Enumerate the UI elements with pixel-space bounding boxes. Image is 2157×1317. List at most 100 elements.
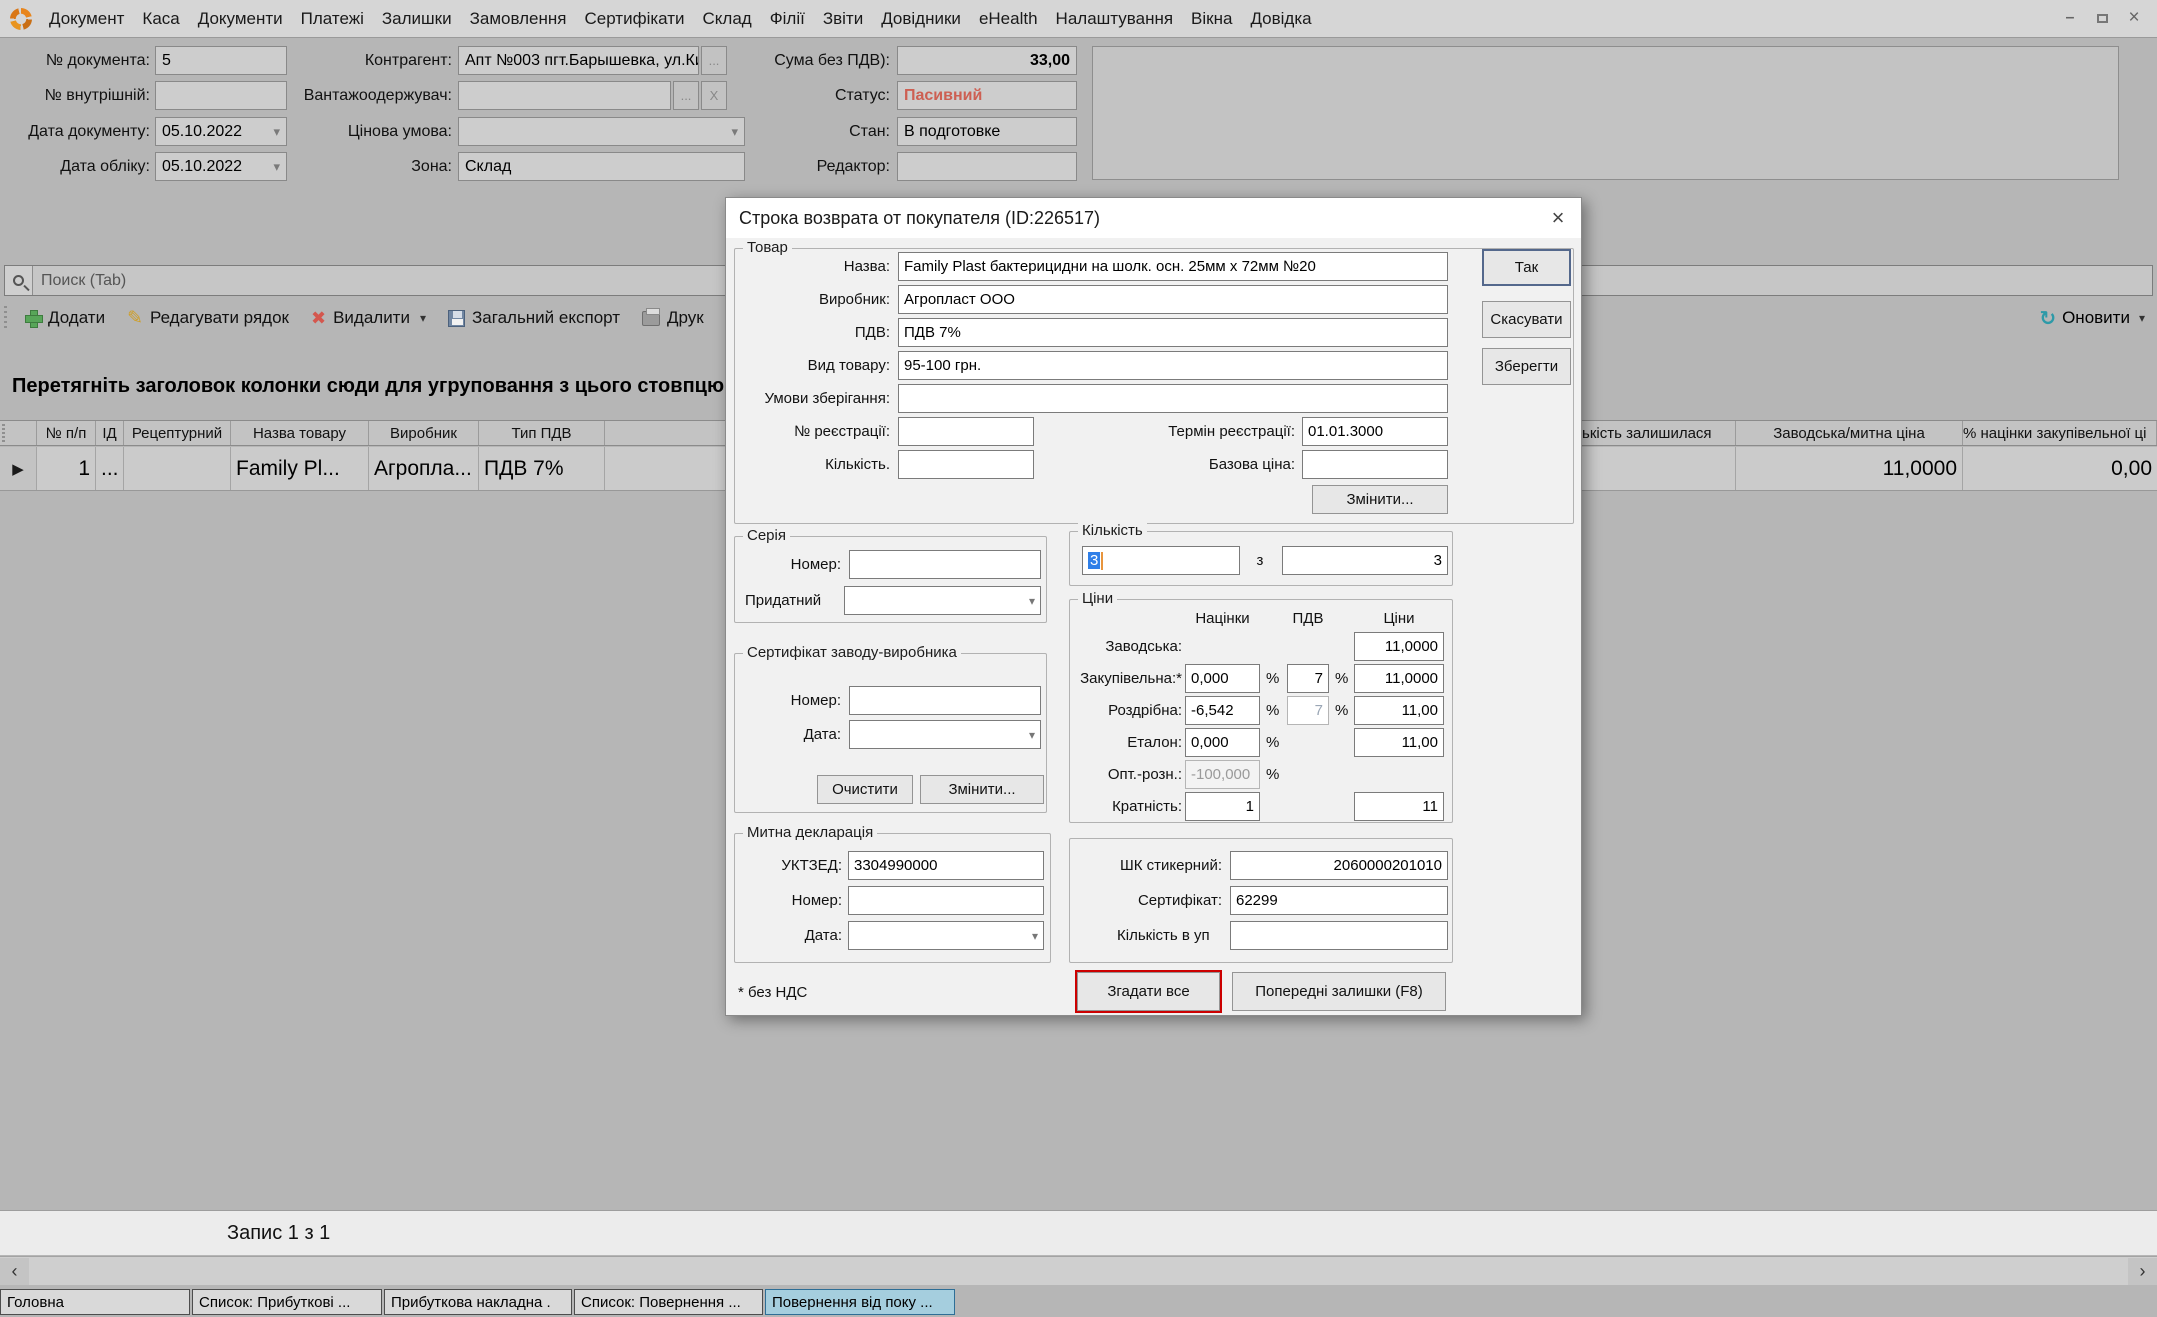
purchase-price-field[interactable]: 11,0000 (1354, 664, 1444, 693)
col-factory-price[interactable]: Заводська/митна ціна (1736, 421, 1963, 445)
toolbar-grip[interactable] (4, 306, 11, 330)
cell-name: Family Pl... (231, 447, 369, 490)
refresh-button[interactable]: ↻ Оновити▾ (2039, 302, 2145, 334)
consignee-browse-button[interactable]: ... (673, 81, 699, 110)
menu-item-certificates[interactable]: Сертифікати (575, 0, 693, 37)
percent-sign: % (1266, 728, 1279, 757)
series-valid-label: Придатний (745, 586, 837, 615)
tab-returns-list[interactable]: Список: Повернення ... (574, 1289, 763, 1315)
shk-field[interactable]: 2060000201010 (1230, 851, 1448, 880)
counterparty-field[interactable]: Апт №003 пгт.Барышевка, ул.Киев (458, 46, 699, 75)
search-button[interactable] (5, 266, 33, 295)
retail-markup-input[interactable]: -6,542 (1185, 696, 1260, 725)
menu-item-payments[interactable]: Платежі (292, 0, 373, 37)
edit-row-button[interactable]: ✎Редагувати рядок (119, 307, 297, 330)
sticker-cert-field[interactable]: 62299 (1230, 886, 1448, 915)
menu-item-kasa[interactable]: Каса (133, 0, 188, 37)
consignee-field[interactable] (458, 81, 671, 110)
window-tab-bar: Головна Список: Прибуткові ... Прибутков… (0, 1287, 2157, 1317)
quantity-of-label: з (1248, 546, 1272, 575)
menu-item-reports[interactable]: Звіти (814, 0, 872, 37)
scroll-right-icon[interactable]: › (2128, 1258, 2157, 1285)
reg-term-field[interactable]: 01.01.3000 (1302, 417, 1448, 446)
cell-num: 1 (37, 447, 96, 490)
export-button[interactable]: Загальний експорт (440, 308, 628, 328)
col-markup-pct[interactable]: % націнки закупівельної ці (1963, 421, 2157, 445)
save-button[interactable]: Зберегти (1482, 348, 1571, 385)
multiplicity-price-field[interactable]: 11 (1354, 792, 1444, 821)
col-num[interactable]: № п/п (37, 421, 96, 445)
base-price-field[interactable] (1302, 450, 1448, 479)
uktzed-field[interactable]: 3304990000 (848, 851, 1044, 880)
menu-item-settings[interactable]: Налаштування (1047, 0, 1183, 37)
menu-item-windows[interactable]: Вікна (1182, 0, 1241, 37)
scroll-left-icon[interactable]: ‹ (0, 1258, 29, 1285)
prices-legend: Ціни (1078, 590, 1117, 607)
registration-field[interactable] (898, 417, 1034, 446)
change-product-button[interactable]: Змінити... (1312, 485, 1448, 514)
recall-all-button[interactable]: Згадати все (1077, 972, 1220, 1011)
clear-cert-button[interactable]: Очистити (817, 775, 913, 804)
return-line-dialog: Строка возврата от покупателя (ID:226517… (725, 197, 1582, 1016)
tab-return-from-buyer[interactable]: Повернення від поку ... (765, 1289, 955, 1315)
col-name[interactable]: Назва товару (231, 421, 369, 445)
ok-button[interactable]: Так (1482, 249, 1571, 286)
menu-item-directories[interactable]: Довідники (872, 0, 970, 37)
qty-pack-field[interactable] (1230, 921, 1448, 950)
menu-item-orders[interactable]: Замовлення (461, 0, 576, 37)
customs-number-field[interactable] (848, 886, 1044, 915)
delete-button[interactable]: ✖Видалити▾ (303, 308, 434, 329)
menu-item-help[interactable]: Довідка (1241, 0, 1320, 37)
col-vat[interactable]: Тип ПДВ (479, 421, 605, 445)
cert-date-select[interactable] (849, 720, 1041, 749)
purchase-markup-input[interactable]: 0,000 (1185, 664, 1260, 693)
multiplicity-input[interactable]: 1 (1185, 792, 1260, 821)
print-button[interactable]: Друк (634, 308, 712, 328)
change-cert-button[interactable]: Змінити... (920, 775, 1044, 804)
group-by-hint: Перетягніть заголовок колонки сюди для у… (12, 375, 724, 398)
save-icon (448, 310, 465, 327)
minimize-icon[interactable] (2057, 7, 2083, 29)
close-icon[interactable]: × (1545, 205, 1571, 231)
quantity-input[interactable]: 3 (1082, 546, 1240, 575)
tab-income-list[interactable]: Список: Прибуткові ... (192, 1289, 382, 1315)
series-number-label: Номер: (735, 550, 841, 579)
purchase-vat-input[interactable]: 7 (1287, 664, 1329, 693)
retail-price-field[interactable]: 11,00 (1354, 696, 1444, 725)
qty-pack-label: Кількість в уп (1117, 921, 1227, 950)
menu-item-document[interactable]: Документ (40, 0, 133, 37)
factory-price-field[interactable]: 11,0000 (1354, 632, 1444, 661)
quantity-field[interactable] (898, 450, 1034, 479)
menu-item-warehouse[interactable]: Склад (694, 0, 761, 37)
series-valid-select[interactable] (844, 586, 1041, 615)
cert-number-field[interactable] (849, 686, 1041, 715)
col-id[interactable]: ІД (96, 421, 124, 445)
etalon-markup-input[interactable]: 0,000 (1185, 728, 1260, 757)
menu-item-documents[interactable]: Документи (189, 0, 292, 37)
close-icon[interactable] (2121, 7, 2147, 29)
kind-field[interactable]: 95-100 грн. (898, 351, 1448, 380)
storage-field[interactable] (898, 384, 1448, 413)
restore-icon[interactable] (2089, 7, 2115, 29)
col-qty-left[interactable]: ькість залишилася (1582, 421, 1736, 445)
search-icon (13, 275, 24, 286)
tab-main[interactable]: Головна (0, 1289, 190, 1315)
producer-field[interactable]: Агропласт ООО (898, 285, 1448, 314)
prev-balances-button[interactable]: Попередні залишки (F8) (1232, 972, 1446, 1011)
menu-item-branches[interactable]: Філії (761, 0, 814, 37)
name-field[interactable]: Family Plast бактерицидни на шолк. осн. … (898, 252, 1448, 281)
factory-cert-group: Сертифікат заводу-виробника Номер: Дата:… (734, 653, 1047, 813)
tab-income-invoice[interactable]: Прибуткова накладна . (384, 1289, 572, 1315)
cancel-button[interactable]: Скасувати (1482, 301, 1571, 338)
menu-item-balances[interactable]: Залишки (373, 0, 461, 37)
col-receipt[interactable]: Рецептурний (124, 421, 231, 445)
menu-item-ehealth[interactable]: eHealth (970, 0, 1047, 37)
etalon-price-field[interactable]: 11,00 (1354, 728, 1444, 757)
series-number-field[interactable] (849, 550, 1041, 579)
shk-label: ШК стикерний: (1070, 851, 1222, 880)
horizontal-scrollbar[interactable]: ‹ › (0, 1256, 2157, 1285)
customs-date-select[interactable] (848, 921, 1044, 950)
col-producer[interactable]: Виробник (369, 421, 479, 445)
add-button[interactable]: Додати (17, 308, 113, 328)
vat-field[interactable]: ПДВ 7% (898, 318, 1448, 347)
